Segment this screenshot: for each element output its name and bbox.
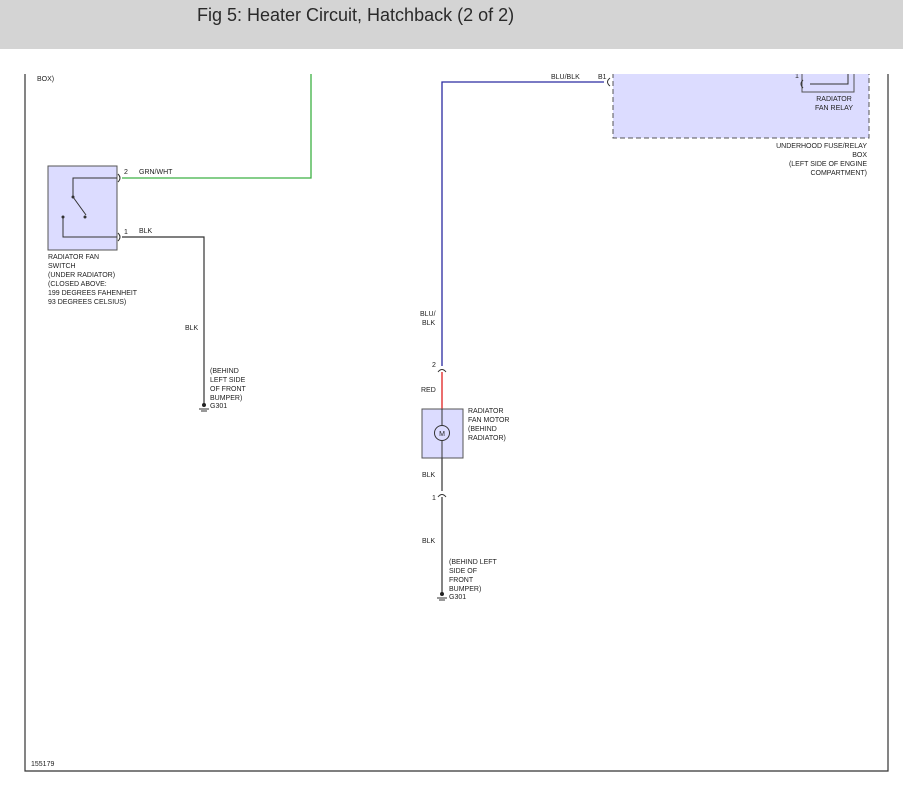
blk-wire-left bbox=[122, 236, 205, 405]
ground-left-line1: (BEHIND bbox=[210, 368, 239, 375]
switch-label-line4: (CLOSED ABOVE: bbox=[48, 281, 107, 288]
switch-label-line3: (UNDER RADIATOR) bbox=[48, 272, 115, 279]
switch-pin1-label: 1 bbox=[124, 229, 128, 236]
ground-left-line3: OF FRONT bbox=[210, 386, 246, 393]
box-fragment-label: BOX) bbox=[37, 76, 54, 83]
ground-right-line2: SIDE OF bbox=[449, 568, 477, 575]
grn-wht-label: GRN/WHT bbox=[139, 169, 173, 176]
red-label: RED bbox=[421, 387, 436, 394]
motor-label-line2: FAN MOTOR bbox=[468, 417, 509, 424]
switch-pin1-connector bbox=[117, 232, 121, 242]
switch-pin2-label: 2 bbox=[124, 169, 128, 176]
ground-left-node bbox=[202, 403, 206, 407]
ground-right-id: G301 bbox=[449, 594, 466, 601]
ground-left-line4: BUMPER) bbox=[210, 395, 242, 402]
motor-label-line3: (BEHIND bbox=[468, 426, 497, 433]
relay-pin-label: 1 bbox=[795, 73, 799, 80]
relay-label-line1: RADIATOR bbox=[816, 96, 852, 103]
header-gap bbox=[0, 49, 903, 74]
blk-top-label: BLK bbox=[139, 228, 153, 235]
fuse-box-connector bbox=[607, 77, 611, 87]
blk-vertical-label: BLK bbox=[185, 325, 199, 332]
ground-right-line3: FRONT bbox=[449, 577, 474, 584]
blk-motor-label-2: BLK bbox=[422, 538, 436, 545]
ground-left-id: G301 bbox=[210, 403, 227, 410]
grn-wht-wire bbox=[122, 74, 312, 179]
figure-id: 155179 bbox=[31, 761, 54, 768]
blu-blk-wire bbox=[441, 81, 604, 366]
motor-pin2-connector bbox=[437, 369, 447, 373]
motor-pin1-label: 1 bbox=[432, 495, 436, 502]
switch-contact-side bbox=[61, 215, 65, 219]
motor-pin1-connector bbox=[437, 494, 447, 498]
fuse-box-label-line4: COMPARTMENT) bbox=[810, 170, 867, 177]
relay-label-line2: FAN RELAY bbox=[815, 105, 853, 112]
motor-label-line4: RADIATOR) bbox=[468, 435, 506, 442]
switch-label-line6: 93 DEGREES CELSIUS) bbox=[48, 299, 126, 306]
ground-right-line4: BUMPER) bbox=[449, 586, 481, 593]
ground-right-node bbox=[440, 592, 444, 596]
ground-right-line1: (BEHIND LEFT bbox=[449, 559, 498, 566]
switch-label-line2: SWITCH bbox=[48, 263, 76, 270]
wiring-diagram: BOX) 1 RADIATOR FAN RELAY UNDERHOOD FUSE… bbox=[0, 49, 903, 772]
switch-pin2-connector bbox=[117, 173, 121, 183]
fuse-box-label-line2: BOX bbox=[852, 152, 867, 159]
switch-contact-bottom bbox=[83, 215, 87, 219]
blu-blk-side-label-1: BLU/ bbox=[420, 311, 436, 318]
fuse-box-label-line1: UNDERHOOD FUSE/RELAY bbox=[776, 143, 867, 150]
motor-symbol-letter: M bbox=[439, 431, 445, 438]
fuse-box-pin-label: B1 bbox=[598, 74, 607, 81]
blu-blk-side-label-2: BLK bbox=[422, 320, 436, 327]
switch-label-line5: 199 DEGREES FAHENHEIT bbox=[48, 290, 138, 297]
fuse-box-label-line3: (LEFT SIDE OF ENGINE bbox=[789, 161, 867, 168]
switch-label-line1: RADIATOR FAN bbox=[48, 254, 99, 261]
motor-pin2-label: 2 bbox=[432, 362, 436, 369]
motor-label-line1: RADIATOR bbox=[468, 408, 504, 415]
blk-motor-label-1: BLK bbox=[422, 472, 436, 479]
blu-blk-top-label: BLU/BLK bbox=[551, 74, 580, 81]
ground-left-line2: LEFT SIDE bbox=[210, 377, 246, 384]
